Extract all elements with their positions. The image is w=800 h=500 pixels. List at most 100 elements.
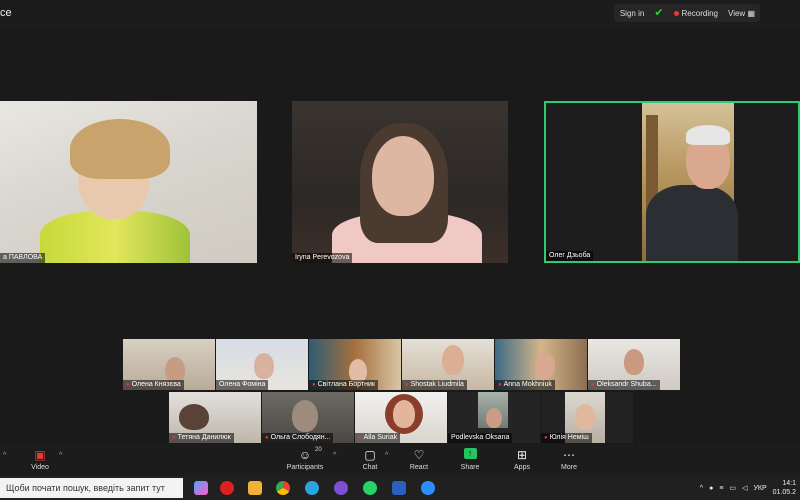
language-indicator[interactable]: УКР	[753, 485, 766, 492]
participant-face	[575, 404, 595, 430]
meeting-toolbar: ^ ▣ Video ^ ☺ Participants 20 ^ ▢ Chat ^…	[0, 444, 800, 476]
participant-face	[442, 345, 464, 375]
mic-off-icon: ●	[265, 435, 269, 441]
mic-off-icon: ●	[544, 435, 548, 441]
zoom-icon[interactable]	[421, 481, 435, 495]
video-tile[interactable]: ● Anna Mokhniuk	[495, 339, 587, 390]
video-tile[interactable]: ● Shostak Liudmila	[402, 339, 494, 390]
video-tile-speaker-1[interactable]: а ПАВЛОВА	[0, 101, 257, 263]
mic-off-icon: ●	[498, 382, 502, 388]
video-tile-speaker-2[interactable]: Iryna Perevozova	[292, 101, 508, 263]
participant-name: ● Anna Mokhniuk	[495, 380, 555, 390]
clock-time: 14:1	[782, 480, 796, 487]
participant-name: ● Ольга Слободян...	[262, 433, 334, 443]
chrome-icon[interactable]	[276, 481, 290, 495]
mic-off-icon: ●	[126, 382, 130, 388]
video-tile-active-speaker[interactable]: Олег Дзьоба	[544, 101, 800, 263]
participant-face	[535, 353, 555, 379]
participant-face	[179, 404, 209, 430]
video-tile[interactable]: ● Alla Suriak	[355, 392, 447, 443]
participant-name: Олена Фоміна	[216, 380, 269, 390]
apps-button[interactable]: ⊞ Apps	[497, 448, 547, 471]
apps-label: Apps	[514, 464, 530, 471]
recording-label: Recording	[681, 8, 718, 18]
view-label: View	[728, 8, 746, 18]
battery-icon[interactable]: ▭	[729, 484, 736, 492]
caret-up-icon[interactable]: ^	[333, 452, 336, 459]
sign-in-button[interactable]: Sign in	[620, 9, 644, 18]
share-button[interactable]: ↑ Share	[445, 448, 495, 471]
word-icon[interactable]	[392, 481, 406, 495]
video-label: Video	[31, 464, 49, 471]
video-tile[interactable]: ● Юлія Неміш	[541, 392, 633, 443]
opera-icon[interactable]	[220, 481, 234, 495]
view-button[interactable]: View ▦	[728, 8, 755, 18]
shield-icon[interactable]: ✔	[654, 7, 663, 19]
participants-button[interactable]: ☺ Participants	[280, 448, 330, 471]
taskbar-search-input[interactable]: Щоби почати пошук, введіть запит тут	[0, 478, 183, 498]
network-icon[interactable]: ≡	[719, 485, 723, 492]
participant-face	[624, 349, 644, 375]
participants-icon: ☺	[298, 448, 312, 462]
video-tile[interactable]: ● Ольга Слободян...	[262, 392, 354, 443]
grid-icon: ▦	[747, 8, 755, 18]
chevron-up-icon[interactable]: ^	[700, 485, 703, 492]
caret-up-icon[interactable]: ^	[59, 452, 62, 459]
video-tile[interactable]: ● Тетяна Данилюк	[169, 392, 261, 443]
mic-off-icon: ●	[405, 382, 409, 388]
file-explorer-icon[interactable]	[248, 481, 262, 495]
telegram-icon[interactable]	[305, 481, 319, 495]
participant-face	[372, 136, 434, 216]
copilot-icon[interactable]	[194, 481, 208, 495]
mic-off-icon: ●	[172, 435, 176, 441]
participants-count: 20	[315, 447, 322, 453]
system-tray: ^ ● ≡ ▭ ◁ УКР 14:1 01.05.2	[700, 479, 796, 497]
participant-name: Iryna Perevozova	[292, 253, 353, 263]
mic-off-icon: ●	[358, 435, 362, 441]
participant-name: ● Oleksandr Shuba...	[588, 380, 660, 390]
microphone-icon[interactable]: ●	[709, 485, 713, 492]
mic-off-icon: ●	[591, 382, 595, 388]
clock-date: 01.05.2	[772, 489, 796, 496]
react-label: React	[409, 464, 429, 471]
top-bar: ce Sign in ✔ Recording View ▦	[0, 0, 800, 26]
participant-name: ● Alla Suriak	[355, 433, 401, 443]
recording-indicator[interactable]: Recording	[673, 8, 718, 18]
participant-name: ● Shostak Liudmila	[402, 380, 467, 390]
taskbar: Щоби почати пошук, введіть запит тут ^ ●…	[0, 476, 800, 500]
caret-up-icon[interactable]: ^	[3, 452, 6, 459]
video-button[interactable]: ▣ Video	[15, 448, 65, 471]
apps-icon: ⊞	[516, 448, 528, 462]
meeting-area: а ПАВЛОВА Iryna Perevozova Олег Дзьоба ●…	[0, 26, 800, 444]
video-tile[interactable]: ● Олена Князєва	[123, 339, 215, 390]
video-tile[interactable]: Podlevska Oksana	[448, 392, 540, 443]
app-title: ce	[0, 7, 12, 19]
mic-off-icon: ●	[312, 382, 316, 388]
heart-icon: ♡	[413, 448, 425, 462]
participant-face	[486, 408, 502, 428]
participant-name: Олег Дзьоба	[546, 251, 594, 261]
participant-face	[393, 400, 415, 428]
caret-up-icon[interactable]: ^	[385, 452, 388, 459]
participant-name: ● Юлія Неміш	[541, 433, 592, 443]
participant-hair	[70, 119, 170, 179]
volume-icon[interactable]: ◁	[742, 484, 747, 492]
video-tile[interactable]: Олена Фоміна	[216, 339, 308, 390]
react-button[interactable]: ♡ React	[394, 448, 444, 471]
participant-hair	[686, 125, 730, 145]
video-tile[interactable]: ● Oleksandr Shuba...	[588, 339, 680, 390]
viber-icon[interactable]	[334, 481, 348, 495]
share-label: Share	[460, 464, 480, 471]
more-button[interactable]: ⋯ More	[544, 448, 594, 471]
participant-name: ● Тетяна Данилюк	[169, 433, 234, 443]
video-tile[interactable]: ● Світлана Бортник	[309, 339, 401, 390]
participant-name: Podlevska Oksana	[448, 433, 513, 443]
whatsapp-icon[interactable]	[363, 481, 377, 495]
clock[interactable]: 14:1 01.05.2	[773, 479, 796, 497]
participant-name: а ПАВЛОВА	[0, 253, 46, 263]
more-dots-icon: ⋯	[563, 448, 575, 462]
participant-name: ● Олена Князєва	[123, 380, 184, 390]
participant-face	[292, 400, 318, 432]
participant-body	[646, 185, 738, 261]
participants-label: Participants	[286, 464, 324, 471]
